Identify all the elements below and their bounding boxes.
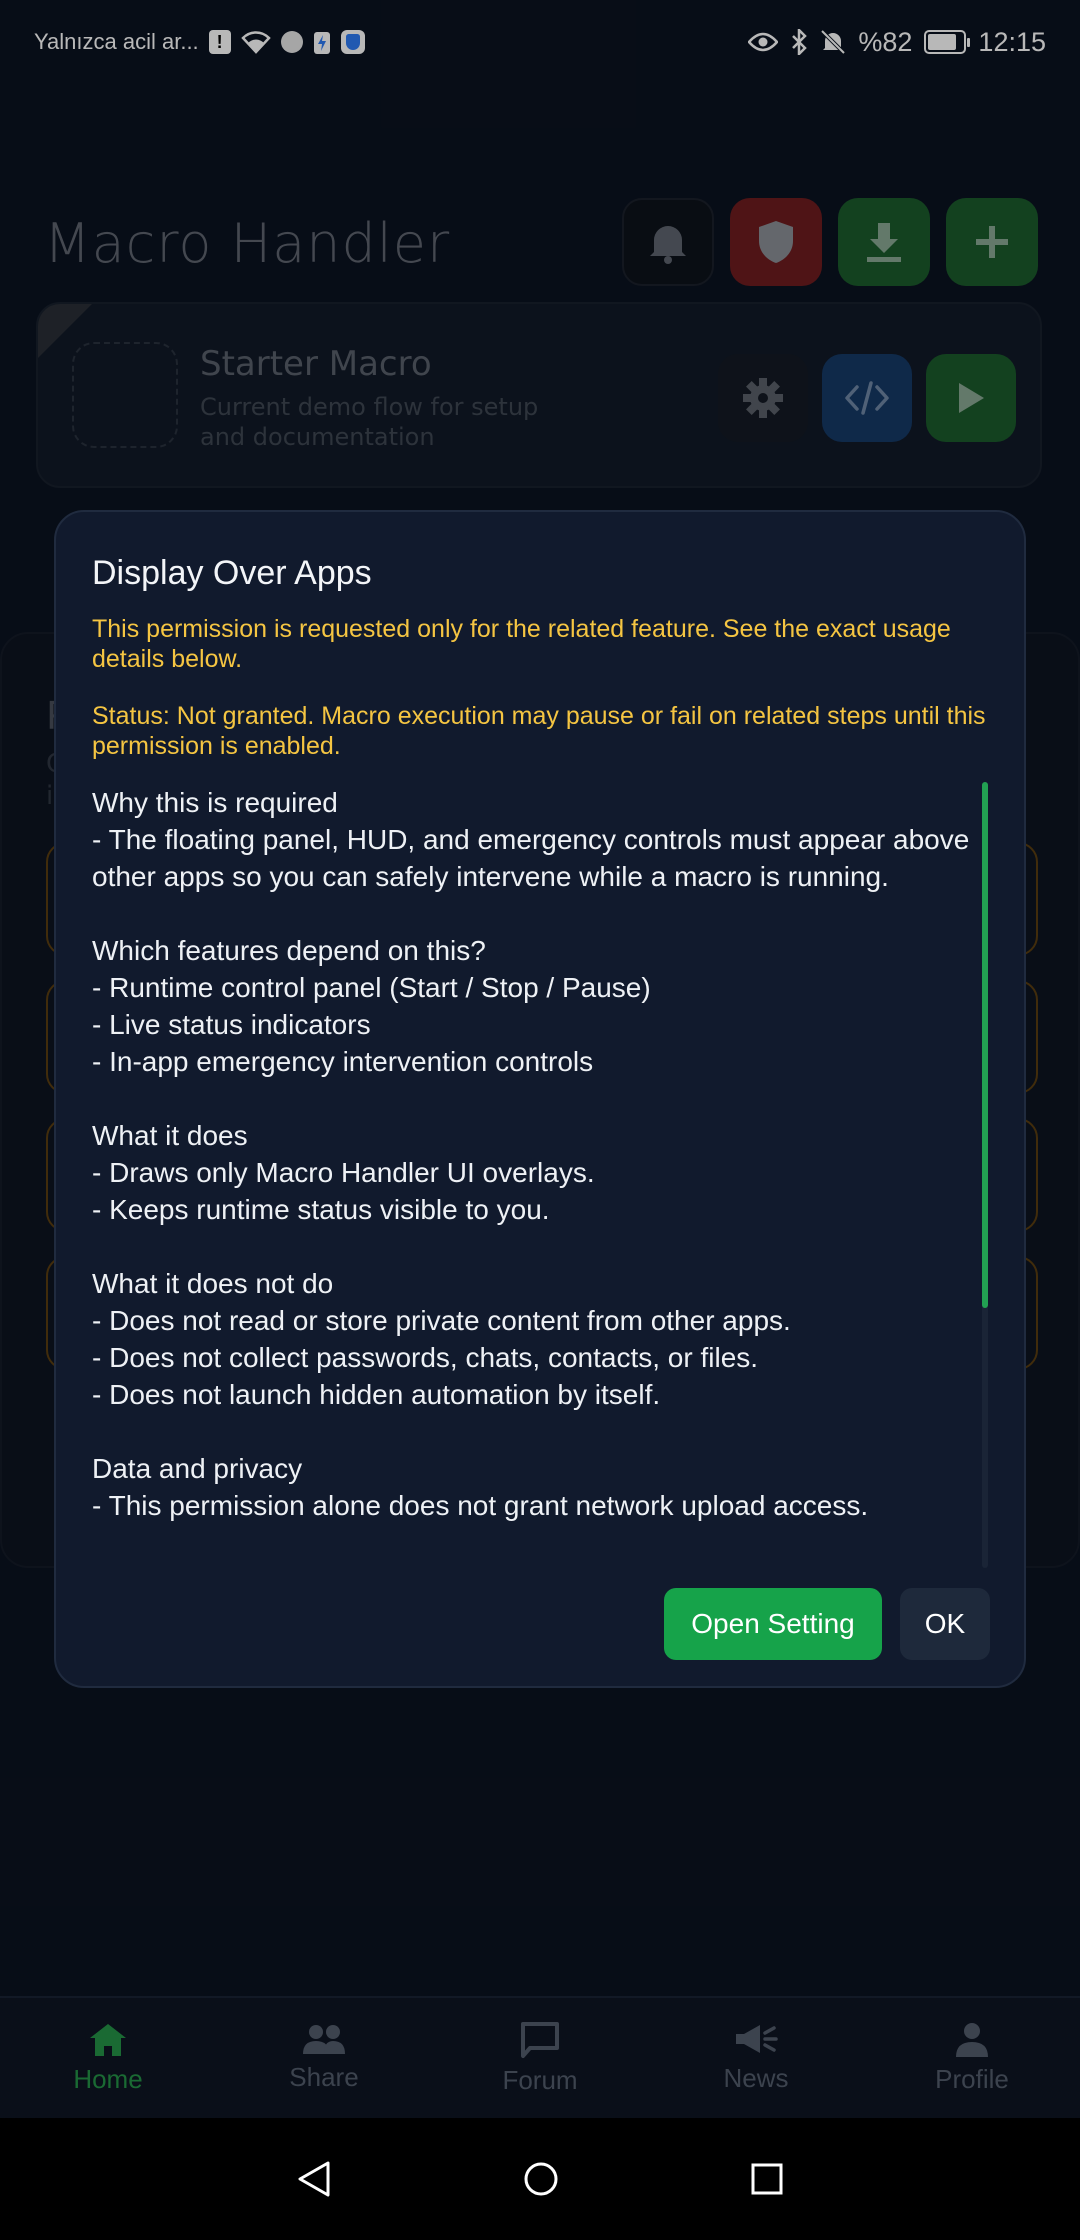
home-circle-icon[interactable]	[523, 2161, 559, 2197]
back-icon[interactable]	[296, 2160, 332, 2198]
section-heading: What it does	[92, 1120, 248, 1151]
section-line: - In-app emergency intervention controls	[92, 1046, 594, 1077]
section-line: - Live status indicators	[92, 1009, 371, 1040]
person-icon	[956, 2022, 988, 2057]
section-line: - Does not read or store private content…	[92, 1305, 791, 1336]
recents-icon[interactable]	[750, 2162, 784, 2196]
section-heading: Which features depend on this?	[92, 935, 486, 966]
open-setting-button[interactable]: Open Setting	[664, 1588, 882, 1660]
section-what-it-does-not: What it does not do - Does not read or s…	[92, 1265, 972, 1413]
bottom-nav: Home Share Forum News Profile	[0, 1996, 1080, 2118]
nav-item-profile[interactable]: Profile	[864, 2022, 1080, 2095]
section-line: - Does not launch hidden automation by i…	[92, 1379, 661, 1410]
section-line: - Does not collect passwords, chats, con…	[92, 1342, 759, 1373]
section-line: - Keeps runtime status visible to you.	[92, 1194, 550, 1225]
nav-item-home[interactable]: Home	[0, 2022, 216, 2095]
permission-dialog: Display Over Apps This permission is req…	[54, 510, 1026, 1688]
people-icon	[303, 2024, 345, 2054]
section-line: - This permission alone does not grant n…	[92, 1490, 869, 1521]
section-line: - Runtime control panel (Start / Stop / …	[92, 972, 651, 1003]
dialog-scrollbar-thumb[interactable]	[982, 782, 988, 1308]
section-dependent-features: Which features depend on this? - Runtime…	[92, 932, 972, 1080]
ok-button[interactable]: OK	[900, 1588, 990, 1660]
nav-item-share[interactable]: Share	[216, 2024, 432, 2093]
nav-item-news[interactable]: News	[648, 2023, 864, 2094]
section-heading: What it does not do	[92, 1268, 334, 1299]
dialog-notice: This permission is requested only for th…	[92, 615, 951, 673]
dialog-title: Display Over Apps	[92, 554, 372, 592]
section-why-required: Why this is required - The floating pane…	[92, 784, 972, 895]
section-what-it-does: What it does - Draws only Macro Handler …	[92, 1117, 972, 1228]
nav-label: News	[723, 2062, 789, 2093]
section-heading: Data and privacy	[92, 1453, 303, 1484]
section-heading: Why this is required	[92, 787, 338, 818]
home-icon	[90, 2023, 126, 2056]
nav-label: Home	[73, 2063, 143, 2094]
section-data-privacy: Data and privacy - This permission alone…	[92, 1450, 972, 1524]
nav-label: Profile	[935, 2063, 1009, 2094]
nav-label: Share	[289, 2061, 359, 2092]
system-navigation-bar	[0, 2118, 1080, 2240]
megaphone-icon	[736, 2024, 778, 2053]
chat-icon	[521, 2021, 559, 2058]
dialog-status: Status: Not granted. Macro execution may…	[92, 702, 986, 760]
section-line: - Draws only Macro Handler UI overlays.	[92, 1157, 595, 1188]
section-line: - The floating panel, HUD, and emergency…	[92, 824, 970, 892]
dialog-scroll-content[interactable]: Why this is required - The floating pane…	[92, 784, 972, 1556]
nav-item-forum[interactable]: Forum	[432, 2021, 648, 2096]
nav-label: Forum	[502, 2064, 578, 2095]
